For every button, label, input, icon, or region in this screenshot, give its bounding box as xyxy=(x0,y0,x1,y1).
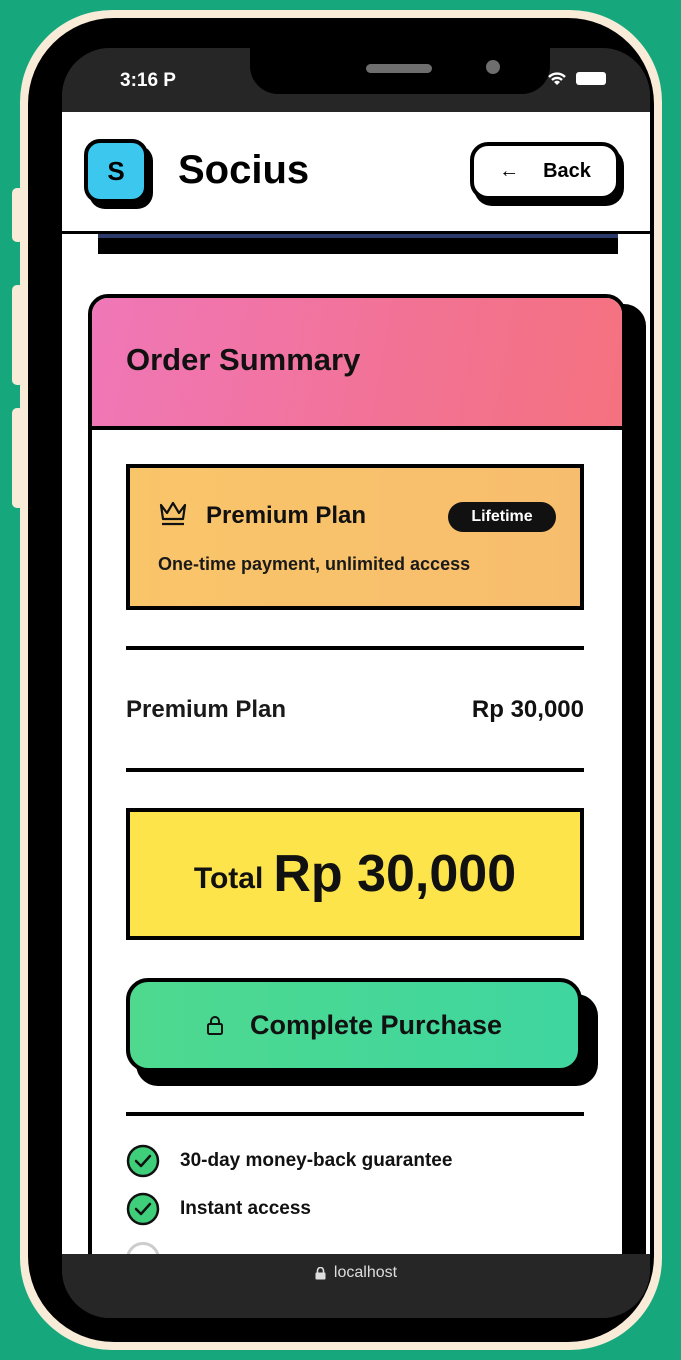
line-item-label: Premium Plan xyxy=(126,696,287,723)
decorative-bar-accent xyxy=(98,234,618,238)
status-time: 3:16 P xyxy=(120,70,176,91)
notch xyxy=(250,48,550,94)
back-button-label: Back xyxy=(543,159,591,182)
url-display[interactable]: localhost xyxy=(62,1264,650,1282)
status-bar: 3:16 P xyxy=(62,48,650,112)
order-summary-header: Order Summary xyxy=(92,298,622,430)
total-amount: Rp 30,000 xyxy=(273,845,517,903)
back-button[interactable]: ← Back xyxy=(470,142,620,200)
check-circle-icon xyxy=(126,1192,160,1226)
plan-description: One-time payment, unlimited access xyxy=(158,554,471,574)
plan-name: Premium Plan xyxy=(206,502,367,529)
complete-purchase-button[interactable]: Complete Purchase xyxy=(126,978,582,1072)
total-label: Total xyxy=(193,862,264,895)
status-icons xyxy=(546,69,606,87)
order-summary-title: Order Summary xyxy=(126,342,361,377)
crown-icon xyxy=(159,501,187,526)
total-box: Total Rp 30,000 xyxy=(126,808,584,940)
logo-letter: S xyxy=(107,155,125,186)
check-circle-icon xyxy=(126,1144,160,1178)
benefit-item: Instant access xyxy=(126,1192,311,1226)
benefit-item: 30-day money-back guarantee xyxy=(126,1144,452,1178)
divider xyxy=(126,1112,584,1116)
plan-box: Premium Plan Lifetime One-time payment, … xyxy=(126,464,584,610)
order-summary-card: Order Summary Premium Plan Lifetime One-… xyxy=(88,294,626,1254)
benefit-item-partial xyxy=(126,1242,160,1254)
browser-address-bar[interactable]: localhost xyxy=(62,1254,650,1318)
phone-screen: 3:16 P S Socius ← Back Order Summary Pre… xyxy=(62,48,650,1318)
front-camera xyxy=(486,60,500,74)
lifetime-badge: Lifetime xyxy=(448,502,556,532)
complete-purchase-label: Complete Purchase xyxy=(249,1009,503,1040)
benefit-label: Instant access xyxy=(180,1198,311,1219)
app-title: Socius xyxy=(178,148,310,192)
wifi-icon xyxy=(548,72,566,85)
page-content: Order Summary Premium Plan Lifetime One-… xyxy=(62,234,650,1254)
divider xyxy=(126,768,584,772)
divider xyxy=(126,646,584,650)
lock-icon xyxy=(315,1266,326,1279)
benefit-label: 30-day money-back guarantee xyxy=(180,1150,453,1171)
app-logo[interactable]: S xyxy=(84,139,148,203)
app-header: S Socius ← Back xyxy=(62,112,650,234)
battery-icon xyxy=(576,71,606,85)
speaker-grille xyxy=(366,64,432,73)
line-item-price: Rp 30,000 xyxy=(471,696,584,723)
url-text: localhost xyxy=(333,1264,398,1281)
lock-icon xyxy=(206,1016,223,1035)
arrow-left-icon: ← xyxy=(499,159,520,182)
